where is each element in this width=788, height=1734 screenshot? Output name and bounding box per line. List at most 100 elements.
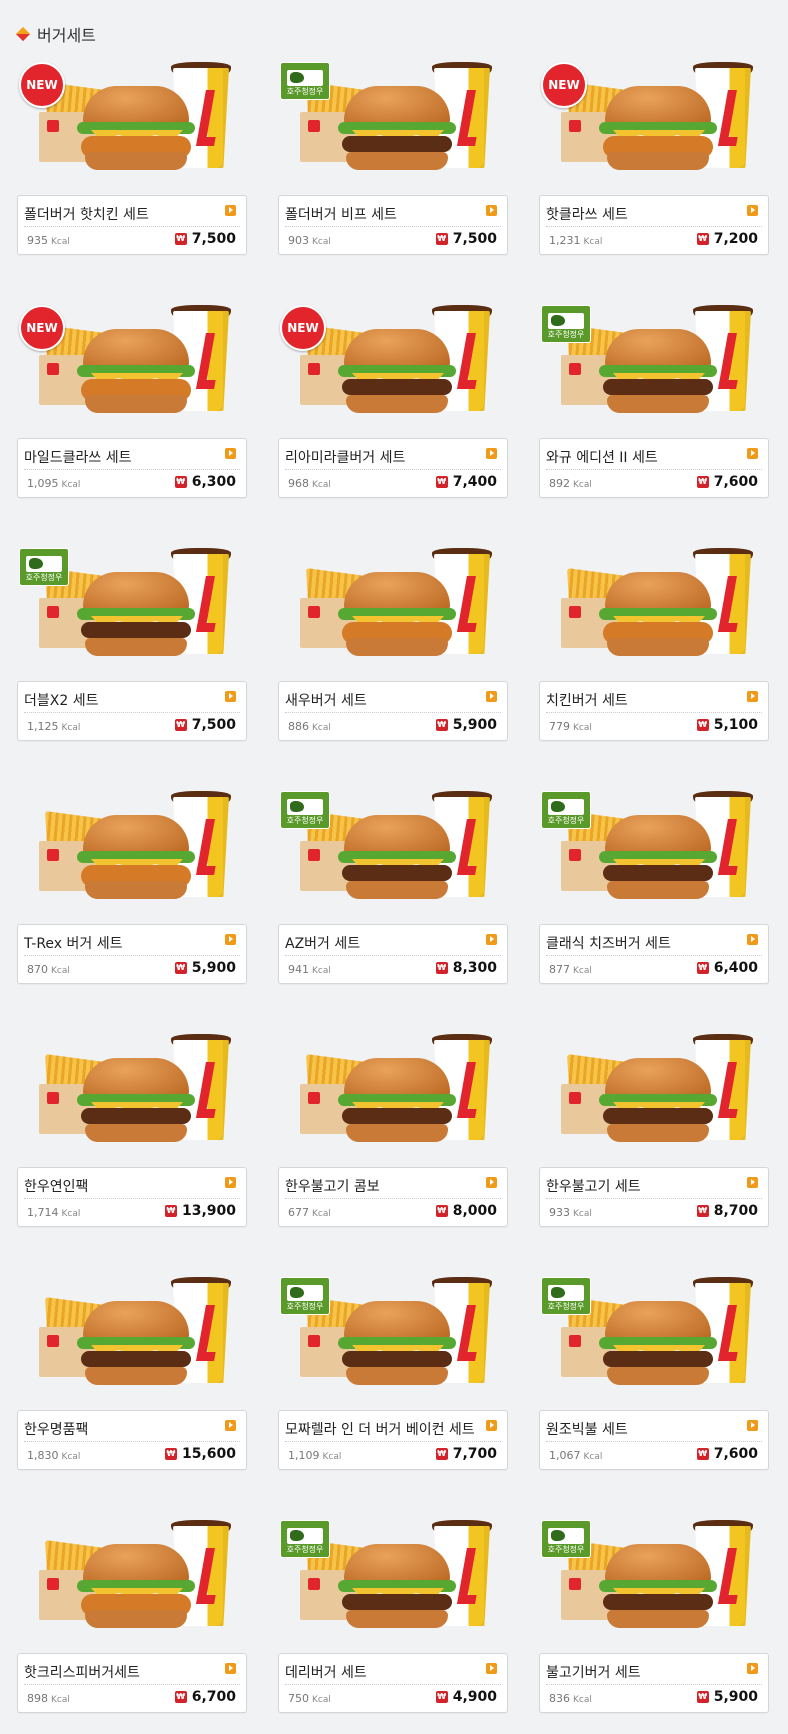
play-arrow-icon[interactable] — [747, 934, 758, 945]
play-arrow-icon[interactable] — [225, 1420, 236, 1431]
product-info[interactable]: 마일드클라쓰 세트 1,095 Kcal ₩ 6,300 — [17, 438, 247, 498]
product-card[interactable]: 호주청정우 AZ버거 세트 941 Kcal ₩ 8,300 — [278, 789, 508, 1032]
product-info[interactable]: 핫클라쓰 세트 1,231 Kcal ₩ 7,200 — [539, 195, 769, 255]
product-info[interactable]: 폴더버거 비프 세트 903 Kcal ₩ 7,500 — [278, 195, 508, 255]
product-image[interactable]: NEW — [278, 303, 508, 433]
product-image[interactable]: 호주청정우 — [539, 789, 769, 919]
play-arrow-icon[interactable] — [225, 934, 236, 945]
play-arrow-icon[interactable] — [747, 1663, 758, 1674]
play-arrow-icon[interactable] — [747, 1420, 758, 1431]
product-image[interactable]: 호주청정우 — [278, 60, 508, 190]
product-name[interactable]: 클래식 치즈버거 세트 — [546, 933, 742, 953]
product-image[interactable] — [17, 1275, 247, 1405]
product-name[interactable]: 리아미라클버거 세트 — [285, 447, 481, 467]
product-info[interactable]: 더블X2 세트 1,125 Kcal ₩ 7,500 — [17, 681, 247, 741]
product-info[interactable]: AZ버거 세트 941 Kcal ₩ 8,300 — [278, 924, 508, 984]
product-info[interactable]: 새우버거 세트 886 Kcal ₩ 5,900 — [278, 681, 508, 741]
product-image[interactable]: 호주청정우 — [17, 546, 247, 676]
product-name[interactable]: 데리버거 세트 — [285, 1662, 481, 1682]
play-arrow-icon[interactable] — [225, 1663, 236, 1674]
product-image[interactable]: 호주청정우 — [539, 303, 769, 433]
play-arrow-icon[interactable] — [747, 691, 758, 702]
product-info[interactable]: 한우연인팩 1,714 Kcal ₩ 13,900 — [17, 1167, 247, 1227]
product-image[interactable]: NEW — [539, 60, 769, 190]
product-name[interactable]: 불고기버거 세트 — [546, 1662, 742, 1682]
play-arrow-icon[interactable] — [747, 1177, 758, 1188]
product-card[interactable]: 새우버거 세트 886 Kcal ₩ 5,900 — [278, 546, 508, 789]
product-image[interactable]: 호주청정우 — [278, 1275, 508, 1405]
product-image[interactable] — [17, 1518, 247, 1648]
product-card[interactable]: 호주청정우 와규 에디션 II 세트 892 Kcal ₩ 7,600 — [539, 303, 769, 546]
product-image[interactable] — [278, 546, 508, 676]
play-arrow-icon[interactable] — [486, 1420, 497, 1431]
product-image[interactable]: 호주청정우 — [278, 789, 508, 919]
product-image[interactable]: 호주청정우 — [539, 1518, 769, 1648]
product-image[interactable] — [539, 1032, 769, 1162]
product-name[interactable]: 새우버거 세트 — [285, 690, 481, 710]
play-arrow-icon[interactable] — [486, 1663, 497, 1674]
product-image[interactable]: NEW — [17, 303, 247, 433]
play-arrow-icon[interactable] — [486, 691, 497, 702]
product-name[interactable]: 한우명품팩 — [24, 1419, 220, 1439]
product-name[interactable]: AZ버거 세트 — [285, 933, 481, 953]
product-image[interactable] — [539, 546, 769, 676]
product-info[interactable]: 한우명품팩 1,830 Kcal ₩ 15,600 — [17, 1410, 247, 1470]
product-image[interactable]: NEW — [17, 60, 247, 190]
product-card[interactable]: 핫크리스피버거세트 898 Kcal ₩ 6,700 — [17, 1518, 247, 1734]
product-info[interactable]: 핫크리스피버거세트 898 Kcal ₩ 6,700 — [17, 1653, 247, 1713]
product-image[interactable] — [17, 1032, 247, 1162]
product-name[interactable]: 한우불고기 콤보 — [285, 1176, 481, 1196]
product-info[interactable]: 불고기버거 세트 836 Kcal ₩ 5,900 — [539, 1653, 769, 1713]
product-name[interactable]: 한우불고기 세트 — [546, 1176, 742, 1196]
play-arrow-icon[interactable] — [486, 934, 497, 945]
product-card[interactable]: 호주청정우 모짜렐라 인 더 버거 베이컨 세트 1,109 Kcal ₩ 7,… — [278, 1275, 508, 1518]
play-arrow-icon[interactable] — [486, 1177, 497, 1188]
product-info[interactable]: 와규 에디션 II 세트 892 Kcal ₩ 7,600 — [539, 438, 769, 498]
product-card[interactable]: 호주청정우 더블X2 세트 1,125 Kcal ₩ 7,500 — [17, 546, 247, 789]
product-card[interactable]: 호주청정우 데리버거 세트 750 Kcal ₩ 4,900 — [278, 1518, 508, 1734]
product-info[interactable]: 폴더버거 핫치킨 세트 935 Kcal ₩ 7,500 — [17, 195, 247, 255]
product-image[interactable]: 호주청정우 — [539, 1275, 769, 1405]
product-name[interactable]: 모짜렐라 인 더 버거 베이컨 세트 — [285, 1419, 481, 1439]
play-arrow-icon[interactable] — [225, 1177, 236, 1188]
product-info[interactable]: 데리버거 세트 750 Kcal ₩ 4,900 — [278, 1653, 508, 1713]
product-info[interactable]: T-Rex 버거 세트 870 Kcal ₩ 5,900 — [17, 924, 247, 984]
product-info[interactable]: 리아미라클버거 세트 968 Kcal ₩ 7,400 — [278, 438, 508, 498]
product-name[interactable]: 핫크리스피버거세트 — [24, 1662, 220, 1682]
play-arrow-icon[interactable] — [486, 205, 497, 216]
product-card[interactable]: 치킨버거 세트 779 Kcal ₩ 5,100 — [539, 546, 769, 789]
product-info[interactable]: 한우불고기 콤보 677 Kcal ₩ 8,000 — [278, 1167, 508, 1227]
product-name[interactable]: 한우연인팩 — [24, 1176, 220, 1196]
play-arrow-icon[interactable] — [225, 691, 236, 702]
play-arrow-icon[interactable] — [225, 448, 236, 459]
product-info[interactable]: 원조빅불 세트 1,067 Kcal ₩ 7,600 — [539, 1410, 769, 1470]
product-name[interactable]: 더블X2 세트 — [24, 690, 220, 710]
product-card[interactable]: T-Rex 버거 세트 870 Kcal ₩ 5,900 — [17, 789, 247, 1032]
play-arrow-icon[interactable] — [225, 205, 236, 216]
product-card[interactable]: 한우명품팩 1,830 Kcal ₩ 15,600 — [17, 1275, 247, 1518]
product-card[interactable]: NEW 리아미라클버거 세트 968 Kcal ₩ 7,400 — [278, 303, 508, 546]
product-name[interactable]: 치킨버거 세트 — [546, 690, 742, 710]
product-card[interactable]: NEW 핫클라쓰 세트 1,231 Kcal ₩ 7,200 — [539, 60, 769, 303]
product-image[interactable] — [17, 789, 247, 919]
product-info[interactable]: 치킨버거 세트 779 Kcal ₩ 5,100 — [539, 681, 769, 741]
product-card[interactable]: 호주청정우 원조빅불 세트 1,067 Kcal ₩ 7,600 — [539, 1275, 769, 1518]
product-card[interactable]: 한우연인팩 1,714 Kcal ₩ 13,900 — [17, 1032, 247, 1275]
play-arrow-icon[interactable] — [747, 448, 758, 459]
product-card[interactable]: 한우불고기 콤보 677 Kcal ₩ 8,000 — [278, 1032, 508, 1275]
product-card[interactable]: 한우불고기 세트 933 Kcal ₩ 8,700 — [539, 1032, 769, 1275]
product-name[interactable]: 마일드클라쓰 세트 — [24, 447, 220, 467]
product-card[interactable]: NEW 마일드클라쓰 세트 1,095 Kcal ₩ 6,300 — [17, 303, 247, 546]
product-info[interactable]: 클래식 치즈버거 세트 877 Kcal ₩ 6,400 — [539, 924, 769, 984]
product-card[interactable]: 호주청정우 폴더버거 비프 세트 903 Kcal ₩ 7,500 — [278, 60, 508, 303]
product-name[interactable]: T-Rex 버거 세트 — [24, 933, 220, 953]
product-info[interactable]: 모짜렐라 인 더 버거 베이컨 세트 1,109 Kcal ₩ 7,700 — [278, 1410, 508, 1470]
product-card[interactable]: NEW 폴더버거 핫치킨 세트 935 Kcal ₩ 7,500 — [17, 60, 247, 303]
product-name[interactable]: 핫클라쓰 세트 — [546, 204, 742, 224]
product-image[interactable] — [278, 1032, 508, 1162]
play-arrow-icon[interactable] — [486, 448, 497, 459]
product-image[interactable]: 호주청정우 — [278, 1518, 508, 1648]
product-name[interactable]: 폴더버거 비프 세트 — [285, 204, 481, 224]
product-info[interactable]: 한우불고기 세트 933 Kcal ₩ 8,700 — [539, 1167, 769, 1227]
play-arrow-icon[interactable] — [747, 205, 758, 216]
